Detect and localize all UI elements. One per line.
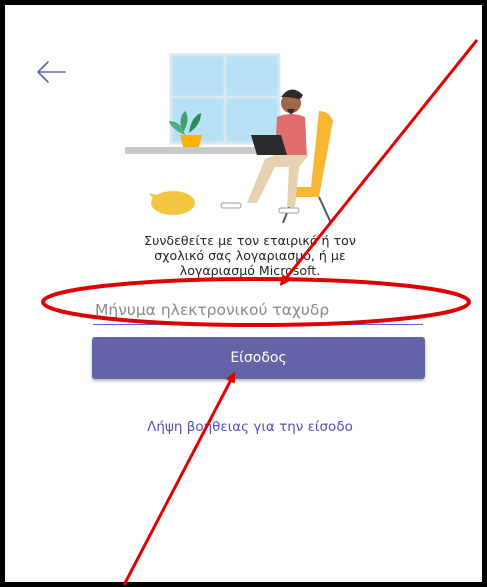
email-input[interactable] xyxy=(93,295,423,325)
prompt-line: λογαριασμό Microsoft. xyxy=(179,263,321,278)
sign-in-help-link[interactable]: Λήψη βοήθειας για την είσοδο xyxy=(65,419,435,435)
prompt-line: σχολικό σας λογαριασμό, ή με xyxy=(154,248,346,263)
back-arrow-icon[interactable] xyxy=(35,59,67,85)
sign-in-button[interactable]: Είσοδος xyxy=(92,337,425,379)
remote-work-illustration xyxy=(125,53,333,224)
sign-in-prompt: Συνδεθείτε με τον εταιρικό ή τον σχολικό… xyxy=(65,233,435,278)
app-screen: Συνδεθείτε με τον εταιρικό ή τον σχολικό… xyxy=(0,0,487,587)
prompt-line: Συνδεθείτε με τον εταιρικό ή τον xyxy=(144,233,356,248)
